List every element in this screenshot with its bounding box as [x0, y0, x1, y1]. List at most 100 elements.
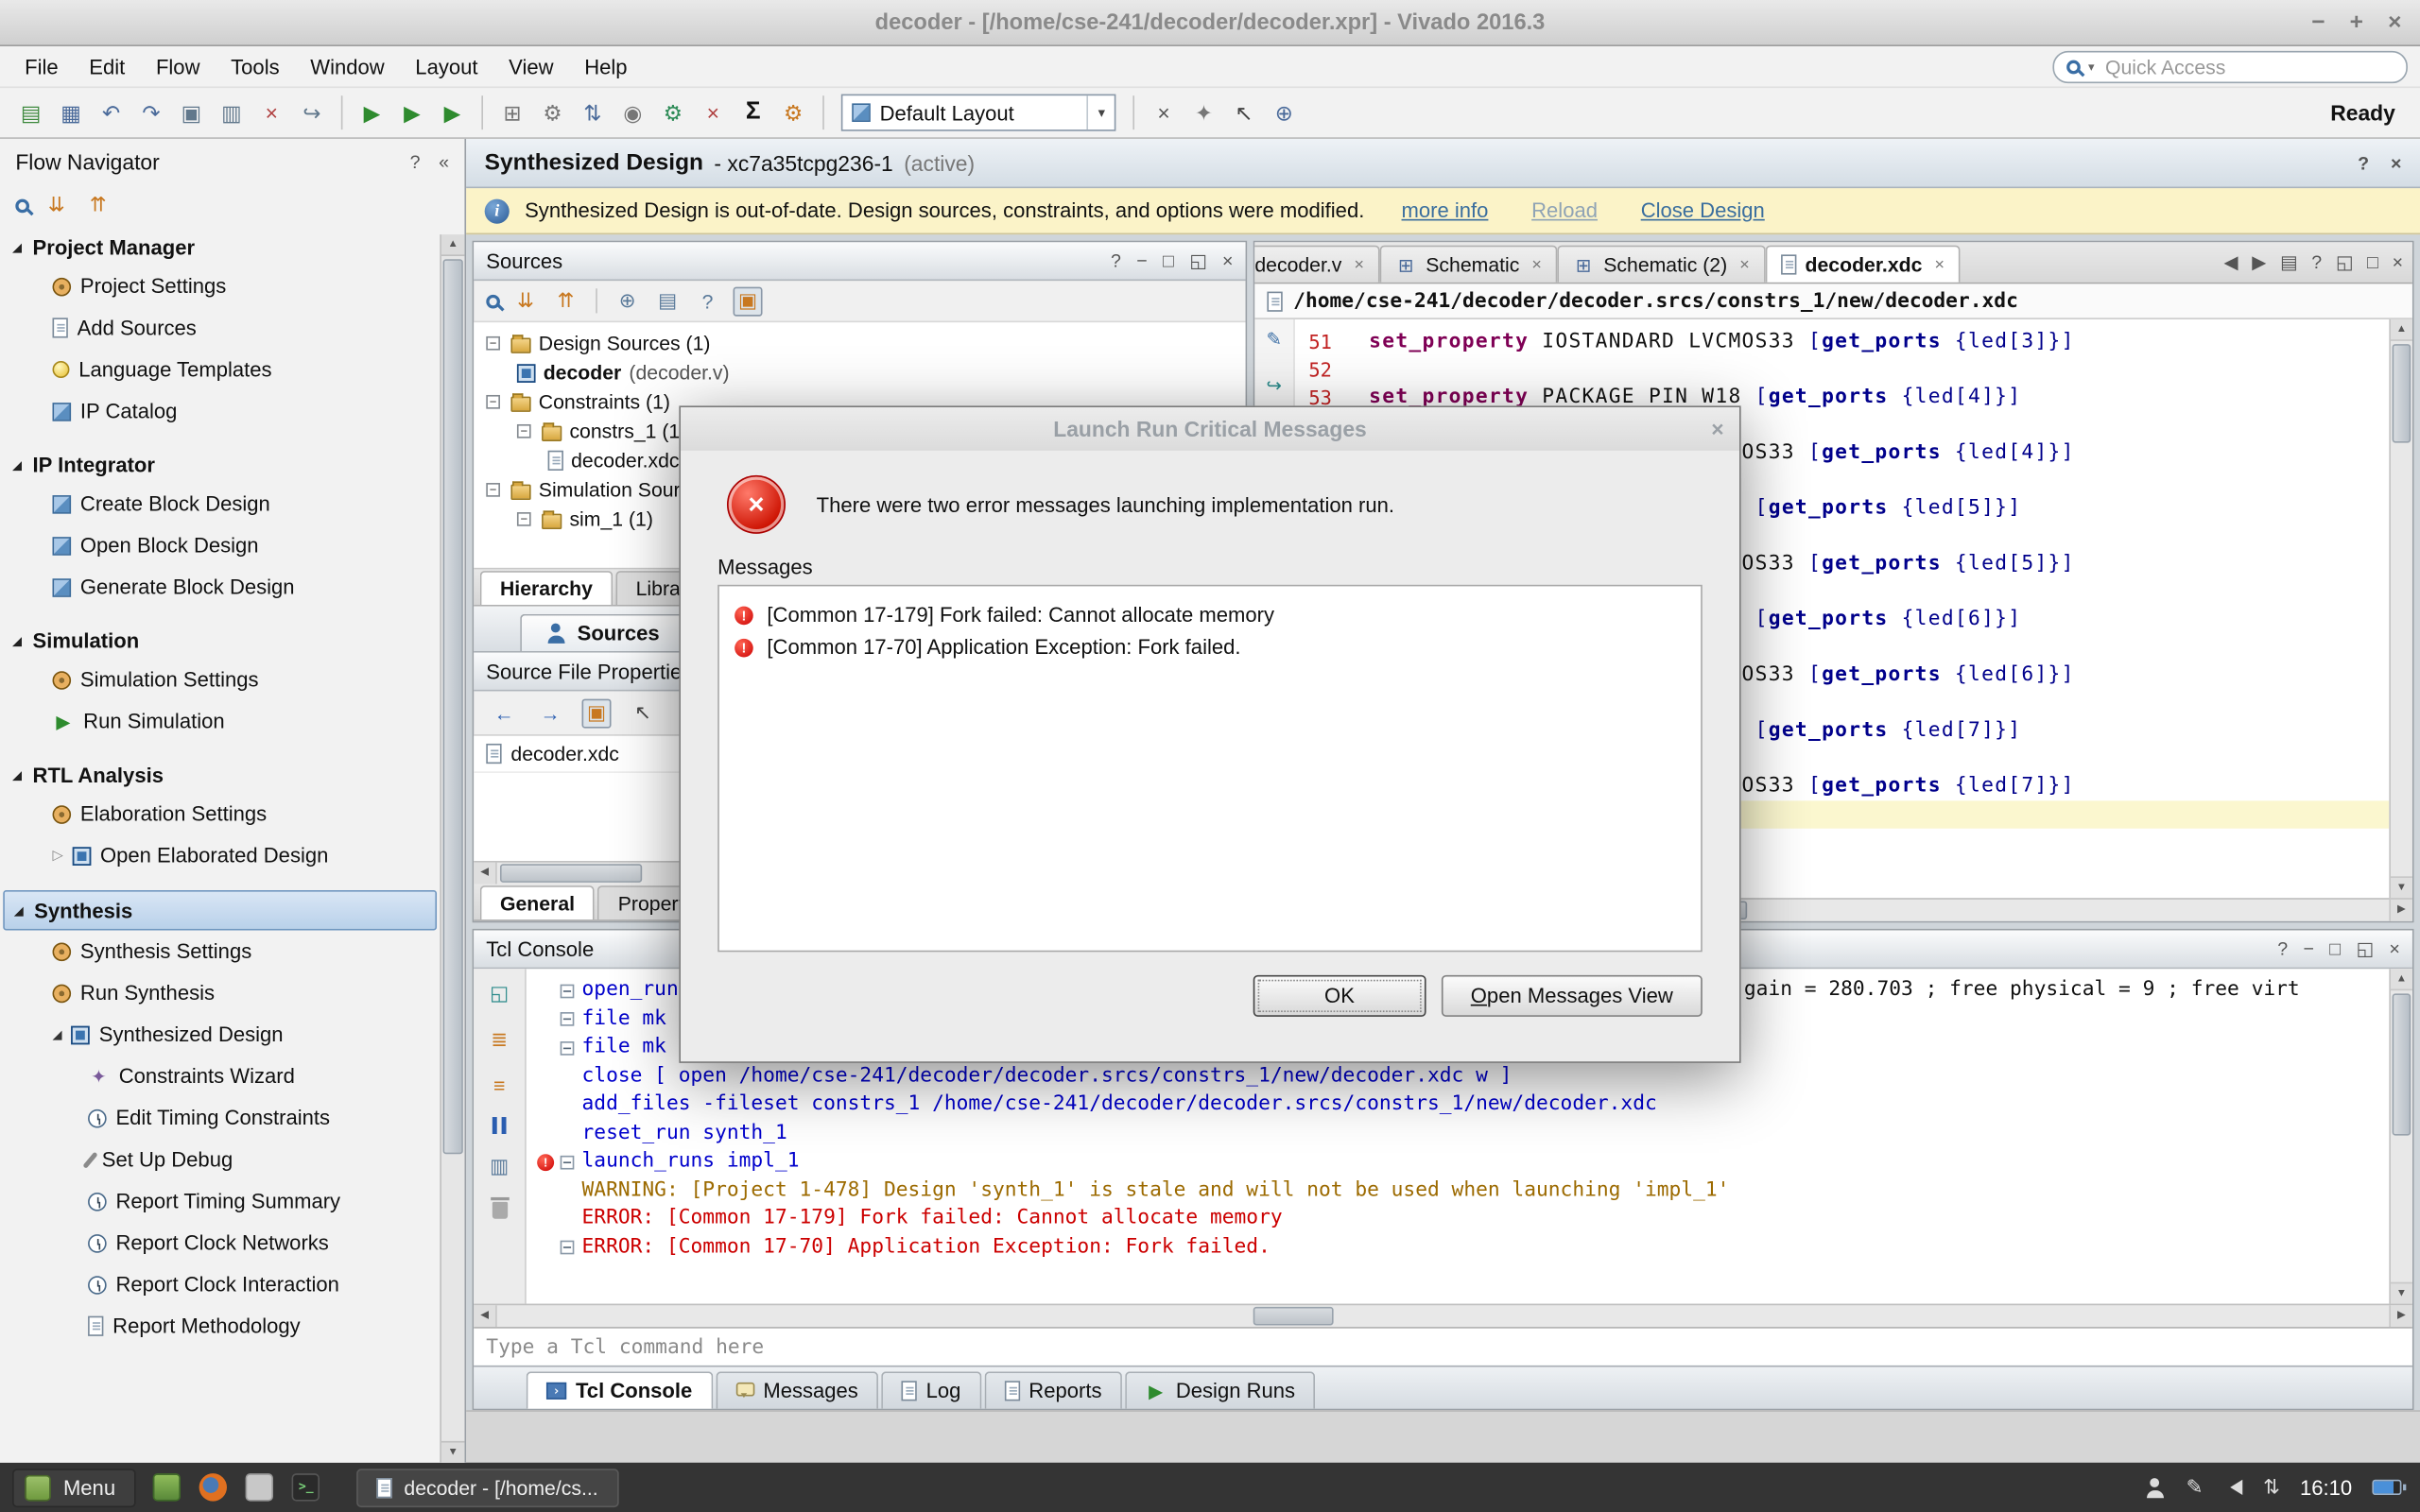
flow-item-open-block-design[interactable]: Open Block Design: [0, 524, 439, 566]
scroll-up-icon[interactable]: ▲: [2391, 319, 2412, 341]
flow-item-run-synthesis[interactable]: Run Synthesis: [0, 972, 439, 1014]
tab-messages[interactable]: Messages: [716, 1371, 878, 1408]
trash-icon[interactable]: [492, 1202, 507, 1219]
close-red-button[interactable]: ×: [695, 94, 732, 131]
back-icon[interactable]: ←: [490, 698, 519, 728]
save-button[interactable]: ▦: [53, 94, 90, 131]
help-icon[interactable]: ?: [2277, 938, 2288, 960]
scrollbar-thumb[interactable]: [2393, 993, 2411, 1135]
copy-icon[interactable]: ▥: [485, 1151, 514, 1180]
menu-layout[interactable]: Layout: [400, 48, 493, 84]
user-icon[interactable]: [2146, 1477, 2166, 1497]
flow-section-project-manager[interactable]: ◢Project Manager: [0, 229, 439, 266]
collapse-all-icon[interactable]: ⇈: [83, 191, 112, 220]
toggle-icon[interactable]: ▣: [582, 698, 612, 728]
close-button[interactable]: ×: [2388, 10, 2401, 33]
menu-window[interactable]: Window: [295, 48, 400, 84]
tree-expander-icon[interactable]: −: [517, 424, 531, 438]
collapse-icon[interactable]: «: [439, 151, 449, 173]
flow-item-synthesis-settings[interactable]: Synthesis Settings: [0, 930, 439, 971]
section-expander-icon[interactable]: ◢: [14, 904, 24, 919]
editor-tab-decoder-xdc[interactable]: decoder.xdc×: [1765, 246, 1960, 283]
flow-item-report-methodology[interactable]: Report Methodology: [0, 1305, 439, 1347]
help-icon[interactable]: ?: [410, 151, 421, 173]
add-icon[interactable]: ⊕: [613, 286, 642, 316]
gear-button[interactable]: ⚙: [534, 94, 571, 131]
cursor-icon[interactable]: ↖: [628, 698, 657, 728]
link-reload[interactable]: Reload: [1531, 199, 1598, 222]
collapse-chevron-icon[interactable]: ◢: [53, 1027, 62, 1041]
collapse-marker-icon[interactable]: [561, 1241, 575, 1255]
tab-list-icon[interactable]: ▤: [2280, 251, 2298, 273]
scroll-down-icon[interactable]: ▼: [2391, 876, 2412, 898]
tab-reports[interactable]: Reports: [984, 1371, 1122, 1408]
paste-button[interactable]: ▥: [213, 94, 250, 131]
quick-access-box[interactable]: ▾: [2052, 51, 2408, 83]
sources-selector-tab[interactable]: Sources: [520, 614, 685, 651]
close-icon[interactable]: ×: [1354, 255, 1364, 274]
float-icon[interactable]: ◱: [1189, 249, 1207, 271]
tab-design-runs[interactable]: ▶Design Runs: [1125, 1371, 1315, 1408]
float-icon[interactable]: ◱: [2356, 938, 2374, 960]
undo-button[interactable]: ↶: [93, 94, 130, 131]
menu-help[interactable]: Help: [569, 48, 643, 84]
float-teal-icon[interactable]: ◱: [485, 978, 514, 1007]
collapse-marker-icon[interactable]: [561, 984, 575, 998]
close-icon[interactable]: ×: [1531, 255, 1542, 274]
expand-all-icon[interactable]: ⇊: [42, 191, 71, 220]
edit-icon[interactable]: ✎: [1267, 329, 1282, 351]
app-launcher[interactable]: [240, 1468, 279, 1506]
run-button[interactable]: ▶: [354, 94, 390, 131]
firefox-launcher[interactable]: [194, 1468, 233, 1506]
console-hscrollbar[interactable]: ◀ ▶: [474, 1304, 2412, 1327]
scrollbar-thumb[interactable]: [443, 259, 463, 1154]
tree-expander-icon[interactable]: −: [486, 483, 500, 497]
netlist-button[interactable]: ⊞: [493, 94, 530, 131]
flow-item-run-simulation[interactable]: ▶Run Simulation: [0, 700, 439, 742]
float-icon[interactable]: ◱: [2336, 251, 2354, 273]
chevron-down-icon[interactable]: ▾: [1087, 95, 1115, 129]
menu-flow[interactable]: Flow: [141, 48, 216, 84]
section-expander-icon[interactable]: ◢: [12, 241, 22, 255]
flow-section-ip-integrator[interactable]: ◢IP Integrator: [0, 446, 439, 483]
swap-button[interactable]: ⇅: [574, 94, 611, 131]
help-doc-icon[interactable]: ?: [693, 286, 722, 316]
goto-icon[interactable]: ↪: [1267, 375, 1282, 397]
redo-button[interactable]: ↷: [132, 94, 169, 131]
editor-tab-schematic-2[interactable]: ⊞Schematic (2)×: [1557, 246, 1765, 283]
dialog-titlebar[interactable]: Launch Run Critical Messages ×: [681, 407, 1739, 451]
flow-item-constraints-wizard[interactable]: ✦Constraints Wizard: [0, 1056, 439, 1097]
tree-expander-icon[interactable]: −: [486, 336, 500, 351]
tree-item-decoder[interactable]: decoder (decoder.v): [474, 358, 1245, 387]
cursor-button[interactable]: ↖: [1225, 94, 1262, 131]
pause-icon[interactable]: [493, 1117, 507, 1134]
scroll-left-icon[interactable]: ◀: [474, 1305, 496, 1327]
close-icon[interactable]: ×: [2389, 938, 2399, 960]
maximize-button[interactable]: +: [2350, 10, 2363, 33]
editor-tab-decoder-v[interactable]: decoder.v×: [1254, 246, 1379, 283]
link-button[interactable]: ↪: [293, 94, 330, 131]
maximize-icon[interactable]: □: [2329, 938, 2341, 960]
flow-item-generate-block-design[interactable]: Generate Block Design: [0, 566, 439, 608]
tab-general[interactable]: General: [480, 885, 596, 919]
quick-access-input[interactable]: [2102, 54, 2394, 80]
menu-view[interactable]: View: [493, 48, 569, 84]
collapse-all-icon[interactable]: ⇈: [551, 286, 580, 316]
flow-item-open-elaborated-design[interactable]: ▷Open Elaborated Design: [0, 834, 439, 876]
flow-item-language-templates[interactable]: Language Templates: [0, 349, 439, 390]
scroll-up-icon[interactable]: ▲: [2391, 969, 2412, 990]
close-icon[interactable]: ×: [1934, 255, 1945, 274]
run-elaborate-button[interactable]: ▶: [393, 94, 430, 131]
tcl-command-input[interactable]: [474, 1335, 2412, 1358]
menu-edit[interactable]: Edit: [74, 48, 141, 84]
search-icon[interactable]: [486, 294, 500, 308]
help-icon[interactable]: ?: [2311, 251, 2322, 273]
section-expander-icon[interactable]: ◢: [12, 634, 22, 648]
flow-item-synthesized-design[interactable]: ◢Synthesized Design: [0, 1014, 439, 1056]
flow-item-simulation-settings[interactable]: Simulation Settings: [0, 659, 439, 700]
collapse-marker-icon[interactable]: [561, 1155, 575, 1169]
close-icon[interactable]: ×: [1711, 416, 1723, 440]
new-file-button[interactable]: ▤: [12, 94, 49, 131]
flow-item-report-timing-summary[interactable]: Report Timing Summary: [0, 1180, 439, 1222]
section-expander-icon[interactable]: ◢: [12, 768, 22, 782]
